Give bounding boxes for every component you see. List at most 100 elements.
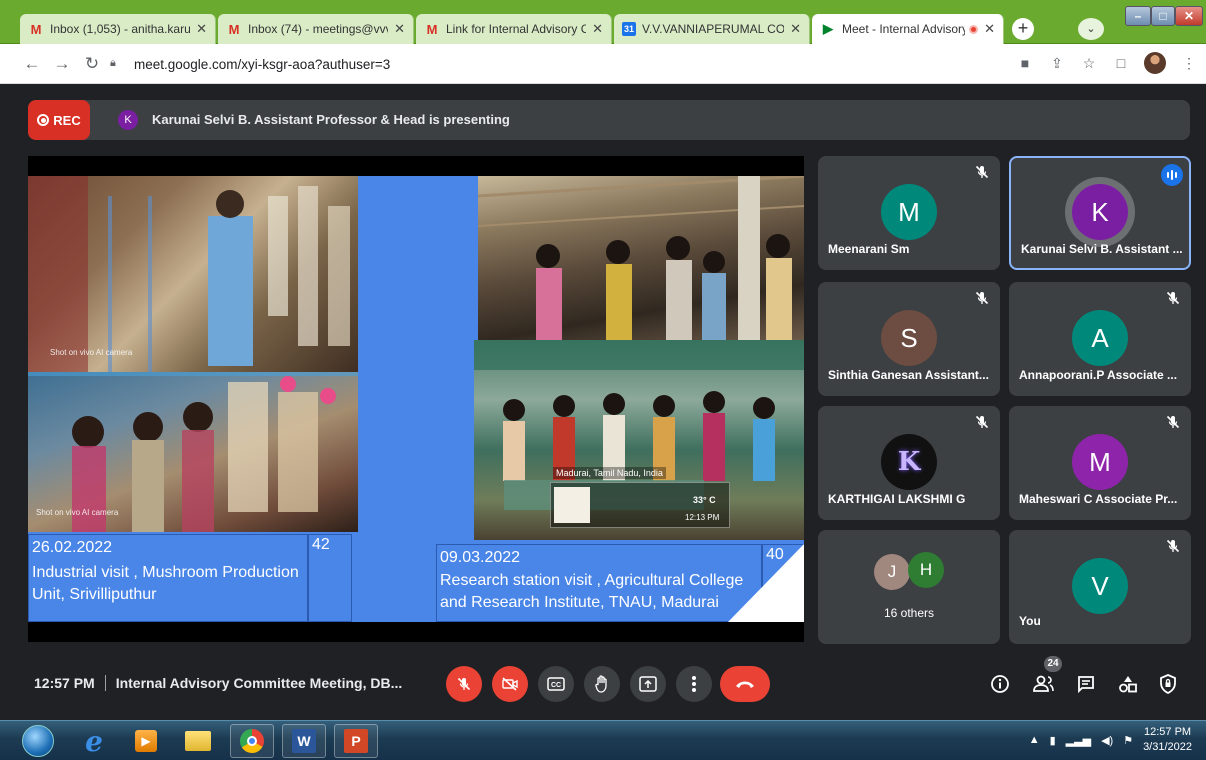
participant-name: Maheswari C Associate Pr... bbox=[1019, 492, 1178, 506]
url-text: meet.google.com/xyi-ksgr-aoa?authuser=3 bbox=[134, 56, 391, 72]
host-controls-button[interactable] bbox=[1156, 672, 1180, 696]
participant-tile-others[interactable]: J H 16 others bbox=[818, 530, 1000, 644]
participant-name: You bbox=[1019, 614, 1041, 628]
tab-calendar[interactable]: 31 V.V.VANNIAPERUMAL COLLEG ✕ bbox=[614, 14, 810, 44]
menu-kebab-icon[interactable]: ⋮ bbox=[1180, 55, 1198, 72]
captions-button[interactable]: CC bbox=[538, 666, 574, 702]
participant-avatar: K bbox=[1072, 184, 1128, 240]
meeting-details-button[interactable] bbox=[988, 672, 1012, 696]
presentation-stage[interactable]: Shot on vivo AI camera Shot on vivo AI c… bbox=[28, 156, 804, 642]
internet-explorer-icon[interactable]: e bbox=[72, 724, 116, 758]
close-tab-icon[interactable]: ✕ bbox=[984, 21, 995, 37]
close-window-button[interactable]: ✕ bbox=[1175, 6, 1203, 26]
volume-icon[interactable]: ◀) bbox=[1101, 734, 1113, 747]
profile-avatar[interactable] bbox=[1144, 52, 1166, 74]
flag-icon[interactable]: ⚑ bbox=[1123, 734, 1133, 747]
tab-inbox-meetings[interactable]: M Inbox (74) - meetings@vvvcoll ✕ bbox=[218, 14, 414, 44]
close-tab-icon[interactable]: ✕ bbox=[592, 21, 603, 37]
camera-icon[interactable]: ■ bbox=[1016, 55, 1034, 71]
back-icon[interactable]: ← bbox=[20, 52, 44, 76]
forward-icon[interactable]: → bbox=[50, 52, 74, 76]
powerpoint-icon: P bbox=[344, 729, 368, 753]
recording-dot-icon bbox=[969, 24, 979, 34]
camera-toggle-button[interactable] bbox=[492, 666, 528, 702]
research-station-photo-2: Madurai, Tamil Nadu, India 33° C 12:13 P… bbox=[474, 340, 804, 540]
present-now-button[interactable] bbox=[630, 666, 666, 702]
sidepanel-icon[interactable]: □ bbox=[1112, 55, 1130, 71]
participant-tile-annapoorani[interactable]: A Annapoorani.P Associate ... bbox=[1009, 282, 1191, 396]
close-tab-icon[interactable]: ✕ bbox=[394, 21, 405, 37]
shared-slide: Shot on vivo AI camera Shot on vivo AI c… bbox=[28, 176, 804, 622]
tab-search-button[interactable]: ⌄ bbox=[1078, 18, 1104, 40]
participant-tile-karunai-selvi[interactable]: K Karunai Selvi B. Assistant ... bbox=[1009, 156, 1191, 270]
present-screen-icon bbox=[639, 676, 657, 692]
gps-time: 12:13 PM bbox=[685, 513, 720, 522]
slide-date-right: 09.03.2022 bbox=[440, 549, 521, 566]
tab-link-internal-advisory[interactable]: M Link for Internal Advisory Com ✕ bbox=[416, 14, 612, 44]
mic-off-icon bbox=[1166, 291, 1180, 305]
participant-tile-maheswari[interactable]: M Maheswari C Associate Pr... bbox=[1009, 406, 1191, 520]
closed-captions-icon: CC bbox=[547, 677, 565, 691]
speaking-indicator-icon bbox=[1161, 164, 1183, 186]
system-tray: ▲ ▮ ▂▃▅ ◀) ⚑ 12:57 PM 3/31/2022 bbox=[1029, 725, 1192, 755]
participant-tile-you[interactable]: V You bbox=[1009, 530, 1191, 644]
lock-icon: 🔒︎ bbox=[110, 57, 116, 69]
url-field[interactable]: 🔒︎ meet.google.com/xyi-ksgr-aoa?authuser… bbox=[110, 50, 1010, 78]
share-icon[interactable]: ⇪ bbox=[1048, 55, 1066, 72]
chat-icon bbox=[1078, 676, 1094, 694]
tab-title: Inbox (1,053) - anitha.karuppa bbox=[50, 22, 191, 36]
taskbar-clock[interactable]: 12:57 PM 3/31/2022 bbox=[1143, 725, 1192, 755]
leave-call-button[interactable] bbox=[720, 666, 770, 702]
more-options-button[interactable] bbox=[676, 666, 712, 702]
participant-name: Karunai Selvi B. Assistant ... bbox=[1021, 242, 1183, 256]
slide-caption-left-2: Unit, Srivilliputhur bbox=[32, 586, 157, 603]
file-explorer-icon[interactable] bbox=[176, 724, 220, 758]
people-button[interactable] bbox=[1032, 672, 1056, 696]
tab-title: Inbox (74) - meetings@vvvcoll bbox=[248, 22, 388, 36]
others-avatar-j: J bbox=[874, 554, 910, 590]
raise-hand-button[interactable] bbox=[584, 666, 620, 702]
activities-button[interactable] bbox=[1116, 672, 1140, 696]
tab-inbox-anitha[interactable]: M Inbox (1,053) - anitha.karuppa ✕ bbox=[20, 14, 216, 44]
info-icon bbox=[991, 675, 1009, 693]
participant-tile-sinthia[interactable]: S Sinthia Ganesan Assistant... bbox=[818, 282, 1000, 396]
network-device-icon[interactable]: ▮ bbox=[1050, 734, 1056, 747]
participant-name: KARTHIGAI LAKSHMI G bbox=[828, 492, 966, 506]
start-button[interactable] bbox=[22, 725, 54, 757]
participant-tile-meenarani[interactable]: M Meenarani Sm bbox=[818, 156, 1000, 270]
participant-tile-karthigai-lakshmi[interactable]: K KARTHIGAI LAKSHMI G bbox=[818, 406, 1000, 520]
people-icon bbox=[1033, 675, 1054, 692]
reload-icon[interactable]: ↻ bbox=[80, 52, 104, 76]
tab-title: V.V.VANNIAPERUMAL COLLEG bbox=[642, 22, 785, 36]
photo-illustration bbox=[478, 176, 804, 340]
mic-off-icon bbox=[975, 415, 989, 429]
participant-avatar: S bbox=[881, 310, 937, 366]
close-tab-icon[interactable]: ✕ bbox=[196, 21, 207, 37]
meeting-time: 12:57 PM bbox=[34, 675, 95, 691]
powerpoint-taskbar-button[interactable]: P bbox=[334, 724, 378, 758]
recording-button[interactable]: REC bbox=[28, 100, 90, 140]
tray-up-arrow-icon[interactable]: ▲ bbox=[1029, 734, 1040, 746]
minimize-button[interactable]: – bbox=[1125, 6, 1151, 26]
word-taskbar-button[interactable]: W bbox=[282, 724, 326, 758]
slide-caption-right-1: Research station visit , Agricultural Co… bbox=[440, 572, 744, 589]
chat-button[interactable] bbox=[1074, 672, 1098, 696]
tab-title: Meet - Internal Advisory C bbox=[842, 22, 966, 36]
mic-off-icon bbox=[457, 677, 471, 691]
new-tab-button[interactable]: + bbox=[1012, 18, 1034, 40]
tab-title: Link for Internal Advisory Com bbox=[446, 22, 587, 36]
camera-caption: Shot on vivo AI camera bbox=[50, 348, 133, 357]
tab-meet[interactable]: ▶ Meet - Internal Advisory C ✕ bbox=[812, 14, 1004, 44]
mic-off-icon bbox=[975, 291, 989, 305]
bookmark-star-icon[interactable]: ☆ bbox=[1080, 55, 1098, 72]
participant-name: Sinthia Ganesan Assistant... bbox=[828, 368, 989, 382]
maximize-button[interactable]: □ bbox=[1151, 6, 1175, 26]
calendar-icon: 31 bbox=[622, 22, 636, 36]
participant-avatar: M bbox=[1072, 434, 1128, 490]
signal-icon[interactable]: ▂▃▅ bbox=[1066, 734, 1091, 747]
microphone-toggle-button[interactable] bbox=[446, 666, 482, 702]
others-count-label: 16 others bbox=[883, 606, 935, 620]
chrome-taskbar-button[interactable] bbox=[230, 724, 274, 758]
media-player-icon[interactable]: ▶ bbox=[124, 724, 168, 758]
close-tab-icon[interactable]: ✕ bbox=[790, 21, 801, 37]
